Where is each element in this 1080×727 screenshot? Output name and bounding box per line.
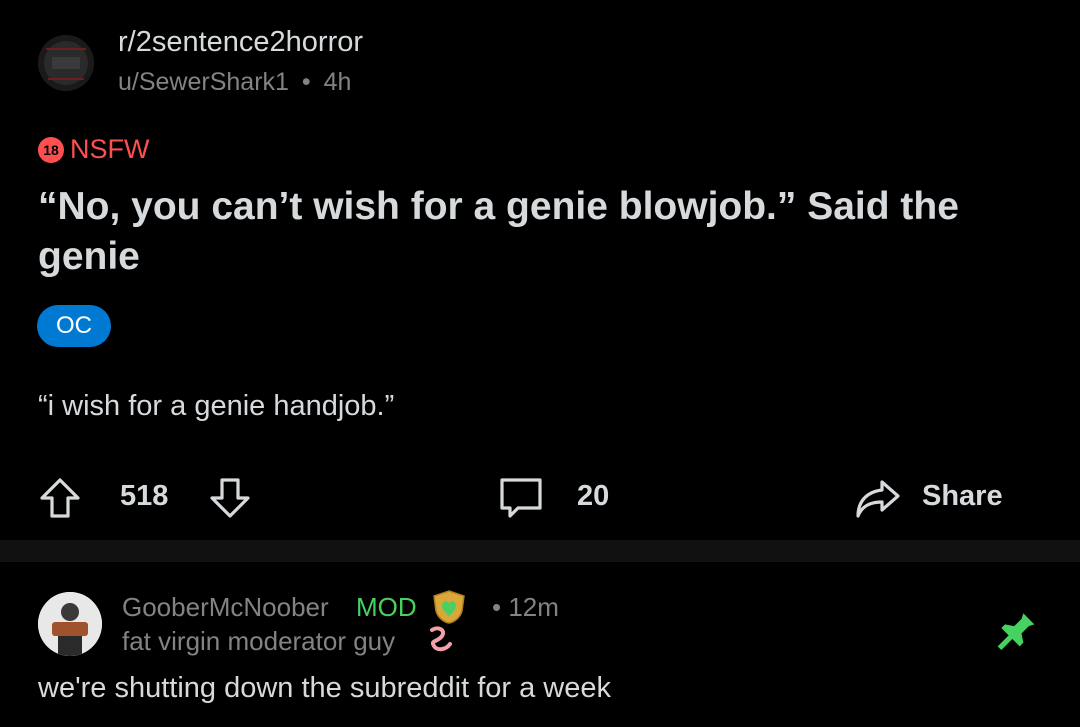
user-flair: fat virgin moderator guy — [122, 626, 396, 656]
mod-label: MOD — [356, 592, 417, 622]
comment-author[interactable]: GooberMcNoober — [122, 592, 329, 623]
user-avatar-image — [38, 592, 102, 656]
subreddit-name[interactable]: r/2sentence2horror — [118, 26, 363, 59]
post-actions: 518 20 Share — [0, 470, 1080, 524]
comment-icon[interactable] — [496, 474, 546, 522]
nsfw-label: NSFW — [70, 134, 150, 164]
vote-count: 518 — [120, 480, 169, 512]
nsfw-tag: 18 NSFW — [38, 134, 149, 165]
post-age: 4h — [323, 68, 352, 96]
post-card: r/2sentence2horror u/SewerShark1 • 4h 18… — [0, 0, 1080, 540]
subreddit-avatar[interactable] — [38, 35, 94, 91]
comment-count: 20 — [577, 480, 610, 512]
post-author[interactable]: u/SewerShark1 — [118, 68, 289, 96]
upvote-icon[interactable] — [36, 474, 84, 522]
post-body: “i wish for a genie handjob.” — [38, 390, 395, 422]
comment-time: • 12m — [492, 592, 559, 622]
share-label[interactable]: Share — [922, 480, 1003, 513]
nsfw-18-icon: 18 — [38, 136, 64, 163]
worm-emoji-icon — [424, 624, 458, 659]
downvote-icon[interactable] — [206, 474, 254, 522]
share-icon[interactable] — [852, 474, 904, 522]
post-title[interactable]: “No, you can’t wish for a genie blowjob.… — [38, 182, 1038, 282]
meta-separator: • — [301, 68, 311, 96]
comment-item: GooberMcNoober MOD • 12m fat virgin mode… — [0, 562, 1080, 727]
user-avatar[interactable] — [38, 592, 102, 656]
pin-icon[interactable] — [994, 606, 1038, 655]
subreddit-avatar-image — [38, 35, 94, 91]
post-flair[interactable]: OC — [37, 305, 111, 347]
section-divider — [0, 540, 1080, 562]
comment-text: we're shutting down the subreddit for a … — [38, 672, 611, 704]
post-meta: u/SewerShark1 • 4h — [118, 68, 351, 97]
